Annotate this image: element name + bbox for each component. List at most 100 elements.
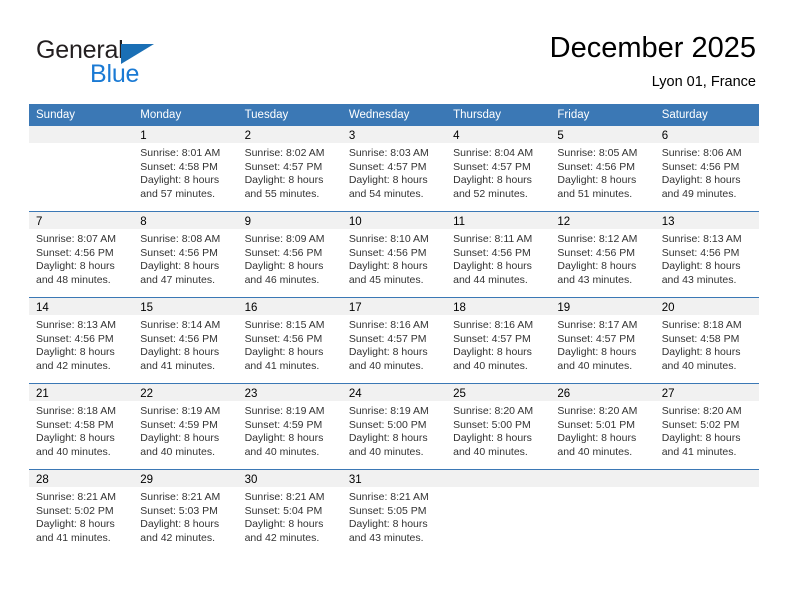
daylight-text-line2: and 45 minutes. — [348, 273, 424, 286]
sunset-text: Sunset: 4:56 PM — [244, 246, 323, 259]
calendar-day-cell[interactable]: 10 Sunrise: 8:10 AM Sunset: 4:56 PM Dayl… — [341, 211, 447, 298]
calendar-week-row: 1 Sunrise: 8:01 AM Sunset: 4:58 PM Dayli… — [29, 126, 759, 212]
day-number: 23 — [237, 384, 342, 401]
day-details: Sunrise: 8:03 AM Sunset: 4:57 PM Dayligh… — [342, 143, 446, 211]
logo-text-blue: Blue — [90, 60, 140, 88]
sunset-text: Sunset: 4:58 PM — [36, 418, 114, 431]
sunset-text: Sunset: 4:56 PM — [36, 332, 114, 345]
sunrise-text: Sunrise: 8:21 AM — [244, 491, 325, 503]
sunrise-text: Sunrise: 8:18 AM — [661, 319, 742, 331]
day-details: Sunrise: 8:12 AM Sunset: 4:56 PM Dayligh… — [550, 229, 654, 297]
sunrise-text: Sunrise: 8:10 AM — [348, 233, 429, 245]
calendar-day-cell[interactable]: 5 Sunrise: 8:05 AM Sunset: 4:56 PM Dayli… — [550, 126, 655, 212]
day-details: Sunrise: 8:21 AM Sunset: 5:02 PM Dayligh… — [29, 487, 133, 555]
sunrise-text: Sunrise: 8:01 AM — [140, 147, 221, 159]
calendar-day-cell[interactable]: 16 Sunrise: 8:15 AM Sunset: 4:56 PM Dayl… — [237, 297, 342, 384]
day-number: 29 — [133, 470, 238, 487]
sunset-text: Sunset: 5:05 PM — [348, 504, 427, 517]
sunset-text: Sunset: 4:56 PM — [453, 246, 531, 259]
day-details: Sunrise: 8:05 AM Sunset: 4:56 PM Dayligh… — [550, 143, 654, 211]
sunset-text: Sunset: 4:57 PM — [348, 332, 427, 345]
general-blue-logo[interactable]: General Blue — [36, 36, 266, 92]
calendar-day-cell[interactable] — [446, 469, 551, 555]
sunrise-text: Sunrise: 8:19 AM — [140, 405, 221, 417]
sunset-text: Sunset: 5:02 PM — [661, 418, 740, 431]
daylight-text-line1: Daylight: 8 hours — [140, 260, 220, 272]
sunset-text: Sunset: 4:59 PM — [244, 418, 323, 431]
sunrise-text: Sunrise: 8:14 AM — [140, 319, 221, 331]
calendar-day-cell[interactable]: 9 Sunrise: 8:09 AM Sunset: 4:56 PM Dayli… — [237, 211, 342, 298]
calendar-day-cell[interactable]: 26 Sunrise: 8:20 AM Sunset: 5:01 PM Dayl… — [550, 383, 655, 470]
day-number: 1 — [133, 126, 238, 143]
calendar-day-cell[interactable]: 22 Sunrise: 8:19 AM Sunset: 4:59 PM Dayl… — [133, 383, 238, 470]
calendar-day-cell[interactable] — [550, 469, 655, 555]
day-details: Sunrise: 8:10 AM Sunset: 4:56 PM Dayligh… — [342, 229, 446, 297]
day-details — [29, 143, 133, 209]
calendar-day-cell[interactable]: 20 Sunrise: 8:18 AM Sunset: 4:58 PM Dayl… — [654, 297, 759, 384]
sunrise-text: Sunrise: 8:21 AM — [348, 491, 429, 503]
calendar-day-cell[interactable]: 19 Sunrise: 8:17 AM Sunset: 4:57 PM Dayl… — [550, 297, 655, 384]
calendar-day-cell[interactable]: 24 Sunrise: 8:19 AM Sunset: 5:00 PM Dayl… — [341, 383, 447, 470]
day-number: 10 — [341, 212, 447, 229]
day-number: 13 — [654, 212, 759, 229]
day-details: Sunrise: 8:16 AM Sunset: 4:57 PM Dayligh… — [446, 315, 550, 383]
calendar-day-cell[interactable]: 14 Sunrise: 8:13 AM Sunset: 4:56 PM Dayl… — [29, 297, 134, 384]
sunrise-text: Sunrise: 8:21 AM — [140, 491, 221, 503]
calendar-day-cell[interactable]: 7 Sunrise: 8:07 AM Sunset: 4:56 PM Dayli… — [29, 211, 134, 298]
calendar-day-cell[interactable]: 15 Sunrise: 8:14 AM Sunset: 4:56 PM Dayl… — [133, 297, 238, 384]
sunset-text: Sunset: 4:58 PM — [661, 332, 740, 345]
calendar-body: 1 Sunrise: 8:01 AM Sunset: 4:58 PM Dayli… — [29, 126, 759, 555]
day-number: 16 — [237, 298, 342, 315]
calendar-week-row: 28 Sunrise: 8:21 AM Sunset: 5:02 PM Dayl… — [29, 469, 759, 555]
daylight-text-line2: and 40 minutes. — [557, 359, 633, 372]
calendar-day-cell[interactable]: 31 Sunrise: 8:21 AM Sunset: 5:05 PM Dayl… — [341, 469, 447, 555]
weekday-header-sunday: Sunday — [29, 104, 134, 126]
calendar-day-cell[interactable]: 1 Sunrise: 8:01 AM Sunset: 4:58 PM Dayli… — [133, 126, 238, 212]
sunset-text: Sunset: 5:01 PM — [557, 418, 636, 431]
calendar-day-cell[interactable]: 4 Sunrise: 8:04 AM Sunset: 4:57 PM Dayli… — [446, 126, 551, 212]
day-details: Sunrise: 8:13 AM Sunset: 4:56 PM Dayligh… — [29, 315, 133, 383]
daylight-text-line2: and 43 minutes. — [661, 273, 737, 286]
day-details: Sunrise: 8:19 AM Sunset: 5:00 PM Dayligh… — [342, 401, 446, 469]
day-number: 19 — [550, 298, 655, 315]
daylight-text-line2: and 40 minutes. — [348, 359, 424, 372]
sunrise-text: Sunrise: 8:06 AM — [661, 147, 742, 159]
calendar-day-cell[interactable]: 6 Sunrise: 8:06 AM Sunset: 4:56 PM Dayli… — [654, 126, 759, 212]
sunrise-text: Sunrise: 8:20 AM — [557, 405, 638, 417]
daylight-text-line2: and 41 minutes. — [140, 359, 215, 372]
calendar-day-cell[interactable]: 18 Sunrise: 8:16 AM Sunset: 4:57 PM Dayl… — [446, 297, 551, 384]
sunset-text: Sunset: 4:56 PM — [140, 246, 218, 259]
day-number: 8 — [133, 212, 238, 229]
weekday-header-saturday: Saturday — [654, 104, 759, 126]
calendar-day-cell[interactable] — [654, 469, 759, 555]
day-number: 20 — [654, 298, 759, 315]
day-number: 14 — [29, 298, 134, 315]
calendar-day-cell[interactable]: 13 Sunrise: 8:13 AM Sunset: 4:56 PM Dayl… — [654, 211, 759, 298]
daylight-text-line1: Daylight: 8 hours — [140, 174, 220, 186]
calendar-day-cell[interactable]: 27 Sunrise: 8:20 AM Sunset: 5:02 PM Dayl… — [654, 383, 759, 470]
calendar-day-cell[interactable]: 12 Sunrise: 8:12 AM Sunset: 4:56 PM Dayl… — [550, 211, 655, 298]
calendar-day-cell[interactable] — [29, 126, 134, 212]
calendar-day-cell[interactable]: 11 Sunrise: 8:11 AM Sunset: 4:56 PM Dayl… — [446, 211, 551, 298]
sunrise-text: Sunrise: 8:11 AM — [453, 233, 533, 245]
day-details: Sunrise: 8:18 AM Sunset: 4:58 PM Dayligh… — [29, 401, 133, 469]
calendar-day-cell[interactable]: 3 Sunrise: 8:03 AM Sunset: 4:57 PM Dayli… — [341, 126, 447, 212]
day-details: Sunrise: 8:13 AM Sunset: 4:56 PM Dayligh… — [655, 229, 759, 297]
daylight-text-line2: and 42 minutes. — [36, 359, 111, 372]
calendar-day-cell[interactable]: 2 Sunrise: 8:02 AM Sunset: 4:57 PM Dayli… — [237, 126, 342, 212]
calendar-day-cell[interactable]: 25 Sunrise: 8:20 AM Sunset: 5:00 PM Dayl… — [446, 383, 551, 470]
daylight-text-line2: and 40 minutes. — [453, 445, 528, 458]
calendar-day-cell[interactable]: 17 Sunrise: 8:16 AM Sunset: 4:57 PM Dayl… — [341, 297, 447, 384]
calendar-day-cell[interactable]: 21 Sunrise: 8:18 AM Sunset: 4:58 PM Dayl… — [29, 383, 134, 470]
daylight-text-line2: and 42 minutes. — [244, 531, 320, 544]
daylight-text-line2: and 49 minutes. — [661, 187, 737, 200]
calendar-day-cell[interactable]: 23 Sunrise: 8:19 AM Sunset: 4:59 PM Dayl… — [237, 383, 342, 470]
calendar-day-cell[interactable]: 29 Sunrise: 8:21 AM Sunset: 5:03 PM Dayl… — [133, 469, 238, 555]
daylight-text-line2: and 44 minutes. — [453, 273, 528, 286]
calendar-day-cell[interactable]: 28 Sunrise: 8:21 AM Sunset: 5:02 PM Dayl… — [29, 469, 134, 555]
sunrise-text: Sunrise: 8:02 AM — [244, 147, 325, 159]
calendar-day-cell[interactable]: 8 Sunrise: 8:08 AM Sunset: 4:56 PM Dayli… — [133, 211, 238, 298]
daylight-text-line2: and 40 minutes. — [244, 445, 320, 458]
calendar-day-cell[interactable]: 30 Sunrise: 8:21 AM Sunset: 5:04 PM Dayl… — [237, 469, 342, 555]
daylight-text-line1: Daylight: 8 hours — [661, 346, 741, 358]
